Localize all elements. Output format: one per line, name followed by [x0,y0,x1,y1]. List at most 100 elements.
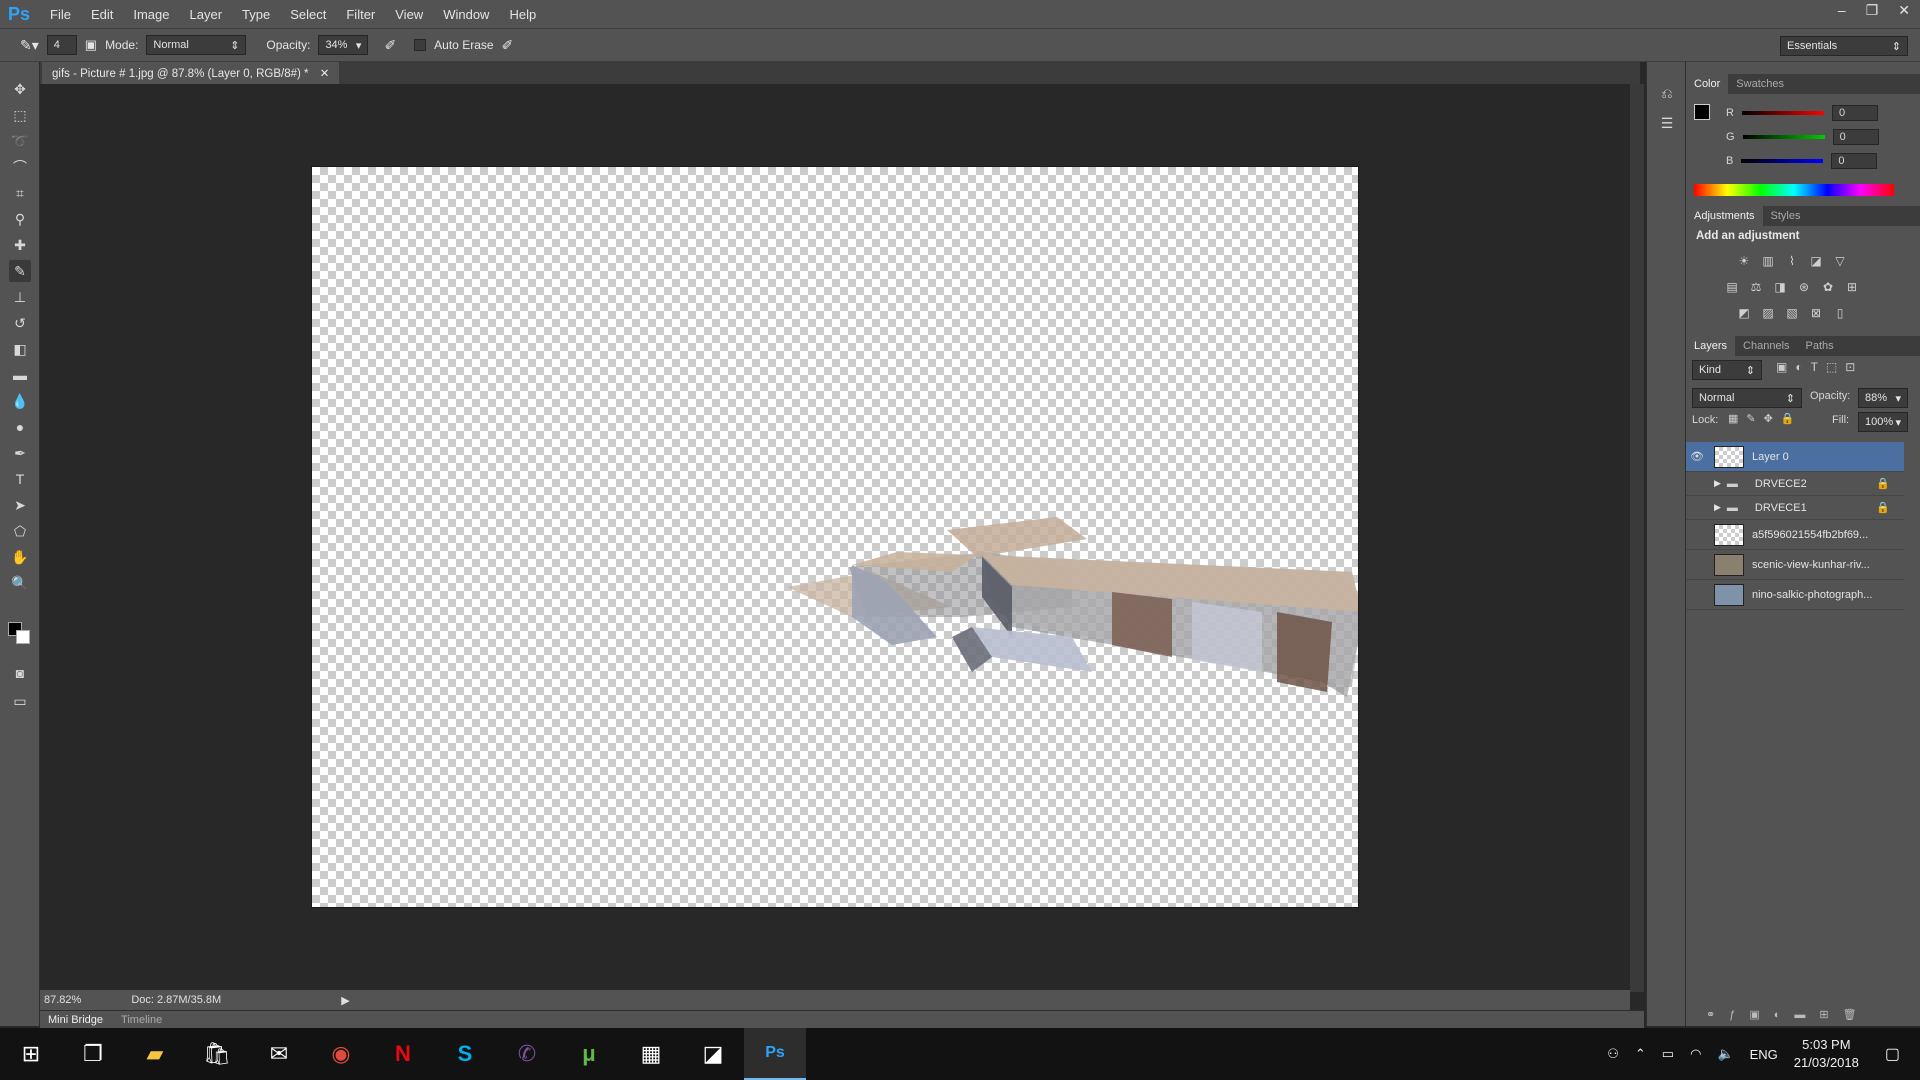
pressure-opacity-icon[interactable]: ✐ [384,37,396,54]
marquee-tool-icon[interactable]: ⬚ [9,104,31,126]
calculator-icon[interactable]: ▦ [620,1028,682,1080]
layer-row[interactable]: nino-salkic-photograph... [1686,580,1904,610]
lock-icons[interactable]: ▦✎✥🔒 [1728,412,1803,425]
shape-tool-icon[interactable]: ⬠ [9,520,31,542]
eraser-tool-preset-icon[interactable]: ✎▾ [20,37,39,54]
healing-brush-tool-icon[interactable]: ✚ [9,234,31,256]
zoom-level[interactable]: 87.82% [44,994,81,1006]
status-menu-arrow-icon[interactable]: ▶ [341,994,349,1007]
curves-icon[interactable]: ⌇ [1784,254,1800,268]
close-icon[interactable]: ✕ [1898,2,1910,19]
screen-mode-icon[interactable]: ▭ [9,690,31,712]
layer-group-row[interactable]: ▶ ▬ DRVECE1 🔒 [1686,496,1904,520]
visibility-eye-icon[interactable]: 👁 [1686,450,1708,463]
quick-selection-tool-icon[interactable]: ⌒ [9,156,31,178]
selective-color-icon[interactable]: ⊠ [1808,306,1824,320]
vibrance-icon[interactable]: ▽ [1832,254,1848,268]
tab-layers[interactable]: Layers [1686,336,1736,356]
channel-mixer-icon[interactable]: ✿ [1820,280,1836,294]
opacity-field[interactable]: 34% ▾ [318,35,369,55]
expand-arrow-icon[interactable]: ▶ [1714,478,1721,489]
fill-field[interactable]: 100% ▾ [1858,412,1908,432]
action-center-icon[interactable]: ▢ [1885,1044,1900,1064]
brightness-contrast-icon[interactable]: ☀ [1736,254,1752,268]
layer-opacity-field[interactable]: 88% ▾ [1858,388,1908,408]
zoom-tool-icon[interactable]: 🔍 [9,572,31,594]
tab-adjustments[interactable]: Adjustments [1686,206,1763,226]
tab-styles[interactable]: Styles [1763,206,1809,226]
document-tab[interactable]: gifs - Picture # 1.jpg @ 87.8% (Layer 0,… [42,62,340,84]
store-icon[interactable]: 🛍 [186,1028,248,1080]
history-panel-icon[interactable]: ⎌ [1656,82,1678,104]
pen-tool-icon[interactable]: ✒ [9,442,31,464]
menu-layer[interactable]: Layer [180,7,233,22]
chrome-icon[interactable]: ◉ [310,1028,372,1080]
blue-value-field[interactable]: 0 [1831,153,1878,169]
tab-color[interactable]: Color [1686,74,1729,94]
layer-actions-bar[interactable]: ⚭ƒ▣◐▬⊞🗑 [1706,1008,1871,1021]
menu-filter[interactable]: Filter [336,7,385,22]
tab-swatches[interactable]: Swatches [1728,74,1792,94]
green-value-field[interactable]: 0 [1832,129,1879,145]
color-foreground-swatch[interactable] [1694,104,1710,120]
layer-group-row[interactable]: ▶ ▬ DRVECE2 🔒 [1686,472,1904,496]
vertical-scrollbar[interactable] [1630,84,1644,992]
people-icon[interactable]: ⚇ [1607,1046,1619,1062]
tab-channels[interactable]: Channels [1735,336,1797,356]
path-selection-tool-icon[interactable]: ➤ [9,494,31,516]
clone-stamp-tool-icon[interactable]: ⊥ [9,286,31,308]
brush-tool-icon[interactable]: ✎ [9,260,31,282]
history-brush-tool-icon[interactable]: ↺ [9,312,31,334]
blue-slider[interactable] [1741,159,1824,163]
hue-saturation-icon[interactable]: ▤ [1724,280,1740,294]
layer-blend-mode-select[interactable]: Normal ⇕ [1692,388,1802,408]
mail-icon[interactable]: ✉ [248,1028,310,1080]
workspace-select[interactable]: Essentials ⇕ [1780,36,1908,56]
menu-image[interactable]: Image [123,7,179,22]
hand-tool-icon[interactable]: ✋ [9,546,31,568]
photoshop-taskbar-icon[interactable]: Ps [744,1028,806,1080]
blur-tool-icon[interactable]: 💧 [9,390,31,412]
black-white-icon[interactable]: ◨ [1772,280,1788,294]
tab-paths[interactable]: Paths [1798,336,1842,356]
layer-filter-icons[interactable]: ▣◐T⬚⊡ [1776,360,1863,374]
auto-erase-checkbox[interactable] [414,39,427,51]
chevron-up-icon[interactable]: ⌃ [1635,1046,1646,1062]
red-value-field[interactable]: 0 [1831,105,1878,121]
viber-icon[interactable]: ✆ [496,1028,558,1080]
dodge-tool-icon[interactable]: ● [9,416,31,438]
threshold-icon[interactable]: ▧ [1784,306,1800,320]
crop-tool-icon[interactable]: ⌗ [9,182,31,204]
task-view-icon[interactable]: ❐ [62,1028,124,1080]
volume-icon[interactable]: 🔈 [1717,1046,1733,1062]
photo-filter-icon[interactable]: ⊛ [1796,280,1812,294]
posterize-icon[interactable]: ▨ [1760,306,1776,320]
doc-size[interactable]: Doc: 2.87M/35.8M [131,994,221,1006]
layer-filter-select[interactable]: Kind ⇕ [1692,360,1762,380]
mode-select[interactable]: Normal ⇕ [146,35,247,55]
tab-timeline[interactable]: Timeline [121,1014,162,1026]
menu-select[interactable]: Select [280,7,336,22]
menu-view[interactable]: View [385,7,433,22]
red-slider[interactable] [1741,111,1824,115]
wifi-icon[interactable]: ◠ [1690,1046,1701,1062]
gradient-map-icon[interactable]: ▯ [1832,306,1848,320]
exposure-icon[interactable]: ◪ [1808,254,1824,268]
background-color-swatch[interactable] [16,630,30,644]
quick-mask-icon[interactable]: ◙ [9,662,31,684]
netflix-icon[interactable]: N [372,1028,434,1080]
close-tab-icon[interactable]: ✕ [320,68,330,80]
windows-start-icon[interactable]: ⊞ [0,1028,62,1080]
menu-help[interactable]: Help [499,7,546,22]
properties-panel-icon[interactable]: ☰ [1656,112,1678,134]
color-lookup-icon[interactable]: ⊞ [1844,280,1860,294]
clock[interactable]: 5:03 PM 21/03/2018 [1794,1036,1859,1072]
color-balance-icon[interactable]: ⚖ [1748,280,1764,294]
lasso-tool-icon[interactable]: ➰ [9,130,31,152]
menu-type[interactable]: Type [232,7,280,22]
eraser-tool-icon[interactable]: ◧ [9,338,31,360]
brush-size-picker[interactable]: 4 [46,35,77,55]
type-tool-icon[interactable]: T [9,468,31,490]
battery-icon[interactable]: ▭ [1662,1046,1674,1062]
tab-mini-bridge[interactable]: Mini Bridge [48,1014,103,1026]
